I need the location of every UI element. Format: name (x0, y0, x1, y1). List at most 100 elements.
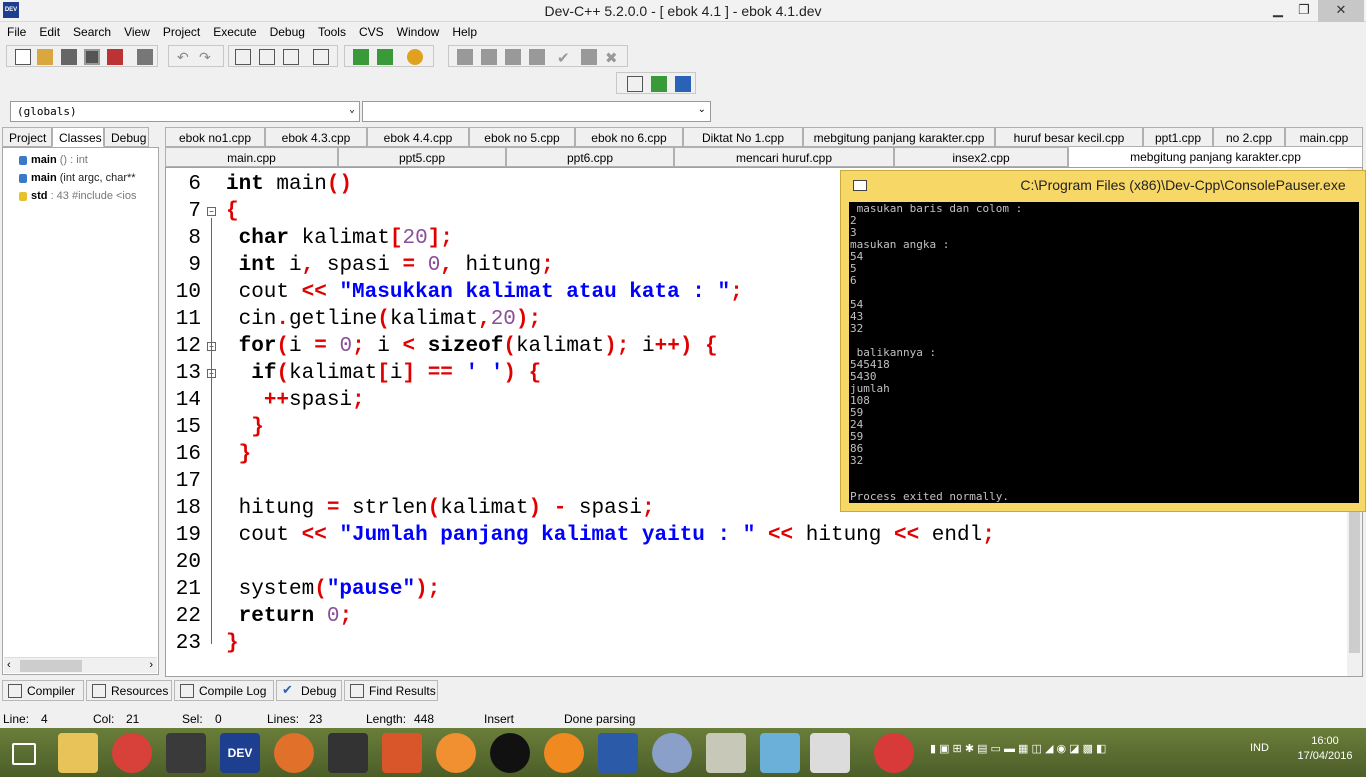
document-icon[interactable] (810, 733, 850, 773)
compile-toolbar: ✔ ✖ (448, 45, 628, 67)
run-icon[interactable] (481, 49, 497, 65)
open-file-icon[interactable] (37, 49, 53, 65)
alert-app-icon[interactable] (874, 733, 914, 773)
new-class-icon[interactable] (627, 76, 643, 92)
tab-label: Compiler (27, 684, 76, 698)
fold-minus-icon[interactable]: − (207, 207, 216, 216)
tab-resources[interactable]: Resources (86, 680, 172, 701)
tab-find-results[interactable]: Find Results (344, 680, 438, 701)
firefox-icon[interactable] (274, 733, 314, 773)
menu-execute[interactable]: Execute (206, 23, 262, 39)
paint-icon[interactable] (652, 733, 692, 773)
menu-cvs[interactable]: CVS (352, 23, 390, 39)
redo-icon[interactable]: ↷ (199, 49, 215, 65)
scope-globals-select[interactable]: (globals) ⌄ (10, 101, 360, 122)
bookmark-icon[interactable] (675, 76, 691, 92)
file-tab[interactable]: mebgitung panjang karakter.cpp (803, 127, 995, 147)
tree-item-main-args[interactable]: main (int argc, char** (19, 172, 136, 184)
scroll-right-icon[interactable]: › (149, 659, 153, 671)
tab-compiler[interactable]: Compiler (2, 680, 84, 701)
file-tab[interactable]: ebok no1.cpp (165, 127, 265, 147)
tab-classes[interactable]: Classes (52, 127, 104, 147)
scope-member-select[interactable]: ⌄ (362, 101, 711, 122)
stop-execution-icon[interactable]: ✖ (605, 49, 621, 67)
project-options-icon[interactable] (407, 49, 423, 65)
file-tab[interactable]: ppt1.cpp (1143, 127, 1213, 147)
close-button[interactable]: ✕ (1318, 0, 1364, 22)
file-explorer-icon[interactable] (58, 733, 98, 773)
clock[interactable]: 16:00 17/04/2016 (1290, 734, 1360, 764)
save-icon[interactable] (61, 49, 77, 65)
menu-view[interactable]: View (117, 23, 156, 39)
undo-icon[interactable]: ↶ (177, 49, 193, 65)
file-tab[interactable]: ppt6.cpp (506, 147, 674, 167)
console-window[interactable]: C:\Program Files (x86)\Dev-Cpp\ConsolePa… (840, 170, 1366, 512)
file-tab[interactable]: Diktat No 1.cpp (683, 127, 803, 147)
line-number: 22 (175, 605, 201, 628)
devcpp-taskbar-icon[interactable]: DEV (220, 733, 260, 773)
file-tab[interactable]: main.cpp (165, 147, 338, 167)
compile-run-icon[interactable] (505, 49, 521, 65)
menu-search[interactable]: Search (66, 23, 117, 39)
close-file-icon[interactable] (107, 49, 123, 65)
find-icon[interactable] (235, 49, 251, 65)
debug-icon[interactable] (581, 49, 597, 65)
notes-icon[interactable] (760, 733, 800, 773)
code-line: ++spasi; (263, 389, 365, 412)
syntax-check-icon[interactable]: ✔ (557, 49, 573, 67)
menu-help[interactable]: Help (445, 23, 483, 39)
tools-icon[interactable] (166, 733, 206, 773)
print-icon[interactable] (137, 49, 153, 65)
uc-browser-icon[interactable] (436, 733, 476, 773)
word-icon[interactable] (598, 733, 638, 773)
menu-window[interactable]: Window (390, 23, 446, 39)
tree-item-std[interactable]: std : 43 #include <ios (19, 190, 136, 202)
tab-compile-log[interactable]: Compile Log (174, 680, 274, 701)
file-tab[interactable]: ebok no 6.cpp (575, 127, 683, 147)
restore-button[interactable]: ❐ (1288, 0, 1320, 22)
dinosaur-icon[interactable] (706, 733, 746, 773)
file-tab[interactable]: ppt5.cpp (338, 147, 506, 167)
line-number: 6 (188, 173, 201, 196)
new-file-icon[interactable] (15, 49, 31, 65)
media-icon[interactable] (382, 733, 422, 773)
save-all-icon[interactable] (84, 49, 100, 65)
tab-project[interactable]: Project (2, 127, 52, 147)
file-tab[interactable]: ebok 4.3.cpp (265, 127, 367, 147)
file-tab-active[interactable]: mebgitung panjang karakter.cpp (1068, 146, 1363, 168)
file-tab[interactable]: mencari huruf.cpp (674, 147, 894, 167)
line-number: 9 (188, 254, 201, 277)
file-tab[interactable]: huruf besar kecil.cpp (995, 127, 1143, 147)
file-tab[interactable]: insex2.cpp (894, 147, 1068, 167)
remove-from-project-icon[interactable] (377, 49, 393, 65)
tray-icons[interactable]: ▮ ▣ ⊞ ✱ ▤ ▭ ▬ ▦ ◫ ◢ ◉ ◪ ▩ ◧ (930, 743, 1106, 755)
insert-icon[interactable] (651, 76, 667, 92)
menu-debug[interactable]: Debug (263, 23, 311, 39)
menu-edit[interactable]: Edit (32, 23, 66, 39)
scroll-left-icon[interactable]: ‹ (7, 659, 11, 671)
class-browser-hscroll[interactable]: ‹ › (4, 657, 157, 673)
tab-debug-bottom[interactable]: ✔ Debug (276, 680, 342, 701)
orange-app-icon[interactable] (544, 733, 584, 773)
windows-start-icon[interactable] (6, 733, 42, 773)
replace-icon[interactable] (259, 49, 275, 65)
file-tab[interactable]: ebok 4.4.cpp (367, 127, 469, 147)
tree-item-main-int[interactable]: main () : int (19, 154, 88, 166)
scroll-thumb[interactable] (20, 660, 82, 672)
goto-line-icon[interactable] (313, 49, 329, 65)
rebuild-icon[interactable] (529, 49, 545, 65)
target-icon[interactable] (490, 733, 530, 773)
language-indicator[interactable]: IND (1250, 742, 1269, 754)
tab-debug[interactable]: Debug (104, 127, 149, 147)
chrome-icon[interactable] (112, 733, 152, 773)
file-tab[interactable]: ebok no 5.cpp (469, 127, 575, 147)
find-next-icon[interactable] (283, 49, 299, 65)
add-to-project-icon[interactable] (353, 49, 369, 65)
menu-file[interactable]: File (0, 23, 32, 39)
menu-project[interactable]: Project (156, 23, 206, 39)
menu-tools[interactable]: Tools (311, 23, 352, 39)
compile-icon[interactable] (457, 49, 473, 65)
camera-icon[interactable] (328, 733, 368, 773)
file-tab[interactable]: no 2.cpp (1213, 127, 1285, 147)
file-tab[interactable]: main.cpp (1285, 127, 1363, 147)
